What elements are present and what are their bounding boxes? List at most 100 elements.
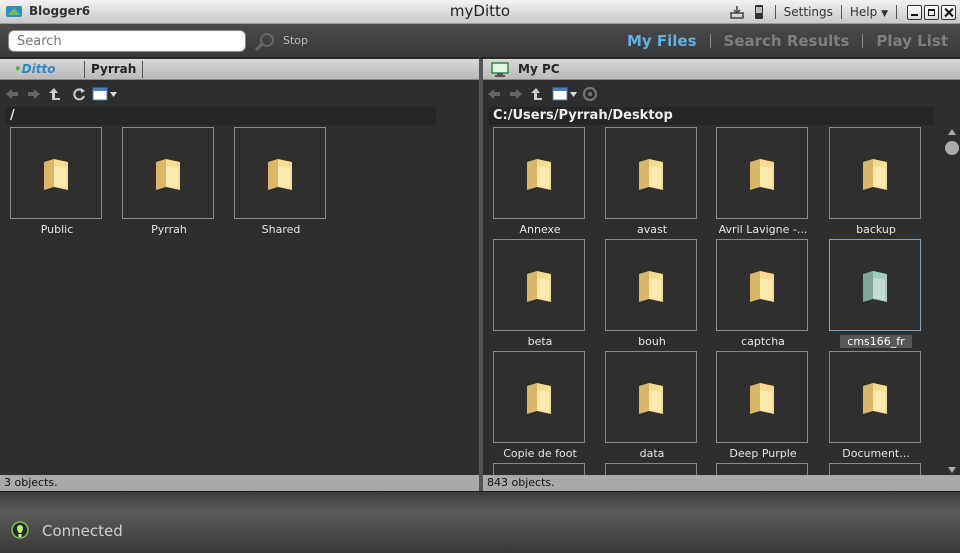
forward-icon[interactable]: [508, 87, 524, 101]
folder-icon: [750, 383, 774, 414]
connection-status: Connected: [42, 522, 123, 540]
local-files-pane: My PC C:/Users/Pyrrah/Desktop Annexe avas…: [483, 59, 960, 491]
folder-icon: [863, 271, 887, 302]
title-bar: Blogger6 myDitto Settings Help ▼: [0, 0, 960, 24]
folder-tile[interactable]: [829, 463, 921, 475]
up-folder-icon[interactable]: [530, 87, 546, 101]
ditto-logo[interactable]: •Ditto: [14, 62, 55, 76]
folder-tile[interactable]: avast: [605, 127, 697, 236]
tab-separator: [862, 34, 864, 48]
forward-icon[interactable]: [26, 87, 42, 101]
folder-tile[interactable]: Deep Purple: [716, 351, 808, 460]
tab-my-files[interactable]: My Files: [627, 32, 697, 50]
folder-tile[interactable]: cms166_fr: [829, 239, 921, 348]
folder-icon: [863, 383, 887, 414]
tab-search-results[interactable]: Search Results: [724, 32, 850, 50]
folder-name: bouh: [638, 335, 666, 348]
path-bar: /: [6, 107, 436, 125]
folder-name: cms166_fr: [840, 335, 912, 348]
settings-button[interactable]: Settings: [784, 5, 833, 19]
back-icon[interactable]: [4, 87, 20, 101]
folder-tile[interactable]: captcha: [716, 239, 808, 348]
folder-icon: [750, 271, 774, 302]
folder-tile[interactable]: beta: [493, 239, 585, 348]
folder-name: backup: [856, 223, 896, 236]
folder-tile[interactable]: Shared: [234, 127, 326, 236]
path-bar: C:/Users/Pyrrah/Desktop: [489, 107, 934, 125]
folder-tile[interactable]: Copie de foot: [493, 351, 585, 460]
tab-play-list[interactable]: Play List: [876, 32, 948, 50]
pane-title: My PC: [518, 62, 560, 76]
pane-tab-bar: My PC: [483, 59, 960, 80]
folder-tile[interactable]: [716, 463, 808, 475]
folder-tile[interactable]: Annexe: [493, 127, 585, 236]
current-path: /: [10, 108, 15, 123]
scroll-thumb[interactable]: [945, 141, 959, 155]
folder-icon: [639, 271, 663, 302]
stop-button[interactable]: Stop: [283, 34, 308, 47]
footer-status: Connected: [0, 512, 960, 552]
folder-icon: [156, 159, 180, 190]
folder-icon: [639, 383, 663, 414]
scroll-up-arrow[interactable]: [948, 129, 956, 135]
folder-name: Pyrrah: [151, 223, 187, 236]
remote-files-pane: •Ditto Pyrrah / Public Pyrrah Shared 3 o…: [0, 59, 479, 491]
device-icon[interactable]: [751, 4, 767, 20]
folder-icon: [750, 159, 774, 190]
chevron-down-icon: ▼: [881, 9, 888, 19]
folder-icon: [863, 159, 887, 190]
view-mode-icon[interactable]: [552, 87, 578, 101]
folder-name: avast: [636, 223, 668, 236]
navigation-bar: [483, 83, 960, 105]
file-grid: Annexe avast Avril Lavigne -... backup beta b…: [483, 127, 943, 475]
main-tabs: My Files Search Results Play List: [627, 32, 948, 50]
toolbar-separator: [896, 5, 897, 19]
folder-tile[interactable]: Pyrrah: [122, 127, 214, 236]
folder-name: Avril Lavigne -...: [718, 223, 808, 236]
footer-bar: Connected: [0, 491, 960, 553]
pane-tab-bar: •Ditto Pyrrah: [0, 59, 479, 80]
refresh-icon[interactable]: [71, 87, 87, 101]
folder-tile[interactable]: Avril Lavigne -...: [716, 127, 808, 236]
toolbar-separator: [840, 5, 842, 19]
folder-name: Shared: [261, 223, 301, 236]
search-input[interactable]: [8, 30, 246, 52]
folder-tile[interactable]: data: [605, 351, 697, 460]
maximize-button[interactable]: [924, 4, 939, 20]
folder-tile[interactable]: Document...: [829, 351, 921, 460]
folder-name: Document...: [842, 447, 910, 460]
folder-name: Annexe: [519, 223, 561, 236]
up-folder-icon[interactable]: [48, 87, 64, 101]
tab-pyrrah[interactable]: Pyrrah: [84, 61, 144, 78]
computer-icon: [491, 62, 509, 77]
tab-separator: [709, 34, 711, 48]
vertical-scrollbar[interactable]: [944, 127, 960, 475]
scroll-down-arrow[interactable]: [948, 467, 956, 473]
main-toolbar: Stop My Files Search Results Play List: [0, 24, 960, 58]
folder-icon: [527, 383, 551, 414]
lightbulb-icon: [11, 521, 29, 539]
ditto-logo-dot: •: [14, 62, 22, 76]
minimize-button[interactable]: [907, 4, 922, 20]
share-icon[interactable]: [582, 87, 598, 101]
folder-name: data: [639, 447, 665, 460]
folder-name: Copie de foot: [503, 447, 577, 460]
view-mode-icon[interactable]: [92, 87, 118, 101]
help-menu[interactable]: Help ▼: [850, 5, 888, 19]
current-path: C:/Users/Pyrrah/Desktop: [493, 108, 673, 123]
download-icon[interactable]: [729, 4, 745, 20]
folder-tile[interactable]: [493, 463, 585, 475]
close-button[interactable]: [941, 4, 956, 20]
folder-tile[interactable]: [605, 463, 697, 475]
folder-icon: [527, 159, 551, 190]
back-icon[interactable]: [486, 87, 502, 101]
navigation-bar: [0, 83, 479, 105]
folder-icon: [44, 159, 68, 190]
search-icon[interactable]: [254, 32, 276, 52]
folder-tile[interactable]: bouh: [605, 239, 697, 348]
folder-tile[interactable]: backup: [829, 127, 921, 236]
folder-icon: [639, 159, 663, 190]
toolbar-separator: [774, 5, 776, 19]
folder-name: captcha: [741, 335, 785, 348]
folder-tile[interactable]: Public: [10, 127, 102, 236]
